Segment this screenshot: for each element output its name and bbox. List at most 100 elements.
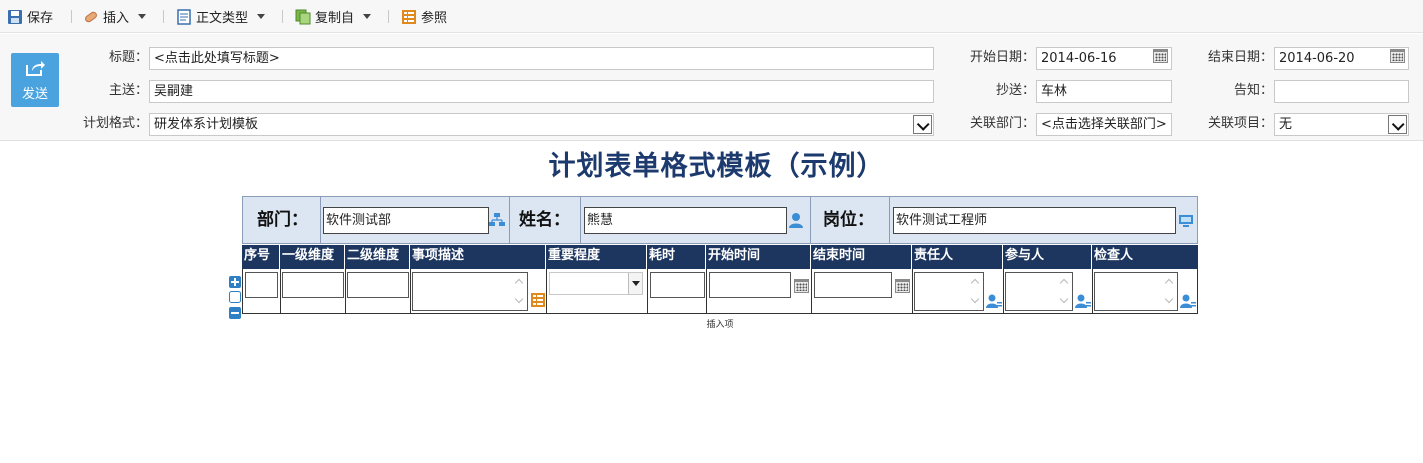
title-input[interactable]: <点击此处填写标题> <box>149 47 934 70</box>
format-select[interactable]: 研发体系计划模板 <box>149 113 934 136</box>
post-field-label: 岗位： <box>823 210 874 230</box>
column-header: 一级维度 <box>280 245 345 269</box>
insert-item-link[interactable]: 插入项 <box>690 317 750 330</box>
cc-input[interactable]: 车林 <box>1036 80 1172 103</box>
insert-label: 插入 <box>103 11 130 26</box>
level1-input[interactable] <box>282 272 344 298</box>
calendar-icon[interactable] <box>1153 49 1168 63</box>
save-label: 保存 <box>27 11 54 26</box>
toolbar-divider <box>163 10 164 23</box>
scroll-down-icon[interactable] <box>514 296 525 307</box>
user-list-icon[interactable] <box>986 293 1002 309</box>
copy-from-label: 复制自 <box>315 11 355 26</box>
title-label: 标题： <box>108 50 148 65</box>
dept-input[interactable]: <点击选择关联部门> <box>1036 113 1172 136</box>
column-header: 耗时 <box>647 245 706 269</box>
project-select[interactable]: 无 <box>1274 113 1409 136</box>
toolbar: 保存 插入 正文类型 复制自 参照 <box>0 0 1423 33</box>
user-icon[interactable] <box>788 212 804 228</box>
checker-textarea[interactable] <box>1094 272 1178 311</box>
chevron-down-icon[interactable] <box>1388 115 1407 134</box>
user-list-icon[interactable] <box>1075 293 1091 309</box>
end-date-label: 结束日期： <box>1207 50 1273 65</box>
start-time-input[interactable] <box>709 272 791 298</box>
header-form: 发送 标题： <点击此处填写标题> 主送： 吴嗣建 计划格式： 研发体系计划模板… <box>0 34 1423 141</box>
column-header: 检查人 <box>1094 248 1134 263</box>
post-field-input[interactable]: 软件测试工程师 <box>893 207 1176 234</box>
reference-button[interactable]: 参照 <box>401 7 447 26</box>
divider <box>889 197 890 243</box>
scroll-down-icon[interactable] <box>1164 296 1175 307</box>
end-date-input[interactable]: 2014-06-20 <box>1274 47 1409 70</box>
scroll-up-icon[interactable] <box>514 276 525 287</box>
remove-row-icon[interactable] <box>229 307 241 319</box>
description-textarea[interactable] <box>412 272 528 311</box>
chevron-down-icon[interactable] <box>913 115 932 134</box>
user-list-icon[interactable] <box>1180 293 1196 309</box>
start-date-label: 开始日期： <box>969 50 1035 65</box>
add-row-icon[interactable] <box>229 276 241 288</box>
info-table: 部门： 软件测试部 姓名： 熊慧 岗位： 软件测试工程师 <box>242 196 1198 244</box>
monitor-icon[interactable] <box>1178 213 1194 229</box>
divider <box>810 197 811 243</box>
scroll-up-icon[interactable] <box>1059 276 1070 287</box>
project-label: 关联项目： <box>1207 116 1273 131</box>
divider <box>509 197 510 243</box>
send-button[interactable]: 发送 <box>11 53 59 107</box>
name-field-input[interactable]: 熊慧 <box>584 207 787 234</box>
end-time-input[interactable] <box>814 272 892 298</box>
list-picker-icon[interactable] <box>530 292 546 308</box>
scroll-down-icon[interactable] <box>970 296 981 307</box>
to-label: 主送： <box>108 83 148 98</box>
divider <box>647 269 648 313</box>
column-header: 事项描述 <box>410 245 546 269</box>
duration-input[interactable] <box>650 272 705 298</box>
insert-button[interactable]: 插入 <box>83 7 147 26</box>
start-date-value: 2014-06-16 <box>1041 51 1117 66</box>
dept-field-input[interactable]: 软件测试部 <box>323 207 489 234</box>
chevron-down-icon <box>363 14 372 19</box>
scroll-up-icon[interactable] <box>970 276 981 287</box>
format-value: 研发体系计划模板 <box>154 117 259 132</box>
scroll-down-icon[interactable] <box>1059 296 1070 307</box>
chevron-down-icon[interactable] <box>628 273 642 294</box>
scroll-up-icon[interactable] <box>1164 276 1175 287</box>
divider <box>580 197 581 243</box>
divider <box>280 269 281 313</box>
save-button[interactable]: 保存 <box>7 7 53 26</box>
seq-input[interactable] <box>245 272 278 298</box>
toolbar-divider <box>282 10 283 23</box>
calendar-icon[interactable] <box>794 279 809 293</box>
column-header: 重要程度 <box>546 245 647 269</box>
notify-label: 告知： <box>1233 83 1273 98</box>
dept-field-label: 部门： <box>257 210 308 230</box>
copy-from-button[interactable]: 复制自 <box>295 7 372 26</box>
end-date-value: 2014-06-20 <box>1279 51 1355 66</box>
divider <box>345 269 346 313</box>
cc-label: 抄送： <box>995 83 1035 98</box>
divider <box>1003 269 1004 313</box>
reference-icon <box>401 9 417 25</box>
send-label: 发送 <box>21 86 48 102</box>
start-date-input[interactable]: 2014-06-16 <box>1036 47 1172 70</box>
doc-type-button[interactable]: 正文类型 <box>176 7 266 26</box>
divider <box>811 269 812 313</box>
divider <box>706 269 707 313</box>
level2-input[interactable] <box>347 272 409 298</box>
divider <box>1092 269 1093 313</box>
calendar-icon[interactable] <box>1390 49 1405 63</box>
to-input[interactable]: 吴嗣建 <box>149 80 934 103</box>
column-header: 责任人 <box>912 245 1003 269</box>
select-row-checkbox[interactable] <box>229 291 241 303</box>
page-title: 计划表单格式模板（示例） <box>548 151 885 182</box>
calendar-icon[interactable] <box>895 279 910 293</box>
doc-type-label: 正文类型 <box>196 11 249 26</box>
notify-input[interactable] <box>1274 80 1409 103</box>
plan-table-header: 序号 一级维度 二级维度 事项描述 重要程度 耗时 开始时间 结束时间 责任人 … <box>242 245 1198 269</box>
divider <box>912 269 913 313</box>
participant-textarea[interactable] <box>1005 272 1073 311</box>
org-chart-icon[interactable] <box>489 212 505 228</box>
owner-textarea[interactable] <box>914 272 984 311</box>
copy-icon <box>295 9 311 25</box>
importance-select[interactable] <box>549 272 643 295</box>
